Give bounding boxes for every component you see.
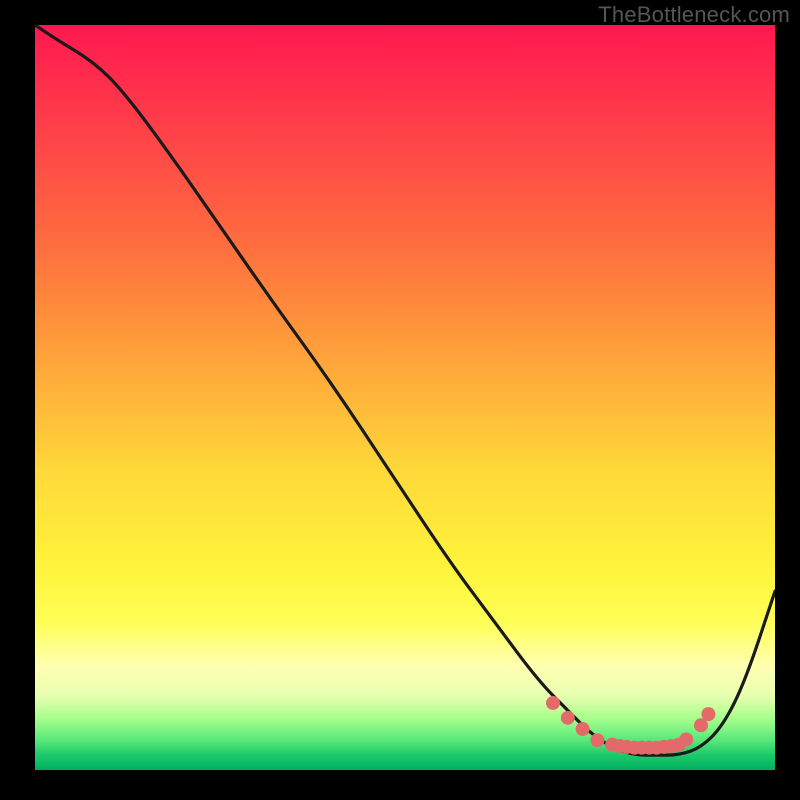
optimal-marker xyxy=(657,740,671,754)
optimal-marker xyxy=(672,738,686,752)
optimal-marker xyxy=(590,733,604,747)
bottleneck-curve-path xyxy=(35,25,775,755)
watermark-label: TheBottleneck.com xyxy=(598,2,790,28)
optimal-marker xyxy=(620,740,634,754)
marker-group xyxy=(546,696,715,755)
bottleneck-curve-svg xyxy=(35,25,775,770)
optimal-marker xyxy=(679,732,693,746)
optimal-marker xyxy=(605,738,619,752)
optimal-marker xyxy=(664,739,678,753)
optimal-marker xyxy=(701,707,715,721)
optimal-marker xyxy=(642,741,656,755)
optimal-marker xyxy=(561,711,575,725)
optimal-marker xyxy=(546,696,560,710)
optimal-marker xyxy=(613,739,627,753)
optimal-marker xyxy=(627,741,641,755)
optimal-marker xyxy=(694,718,708,732)
optimal-marker xyxy=(650,741,664,755)
optimal-marker xyxy=(576,722,590,736)
optimal-marker xyxy=(635,741,649,755)
chart-container: TheBottleneck.com xyxy=(0,0,800,800)
gradient-plot-area xyxy=(35,25,775,770)
